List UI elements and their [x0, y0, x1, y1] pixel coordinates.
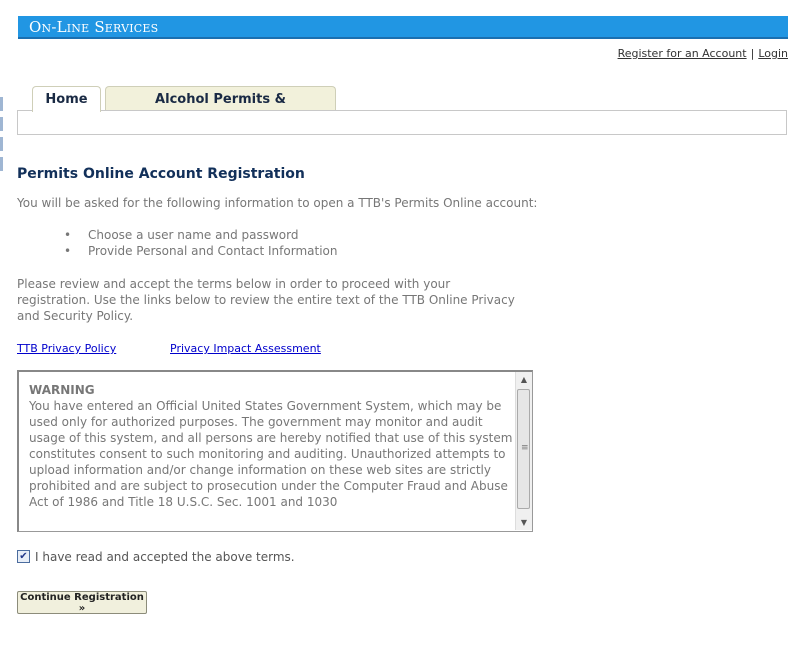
- register-link[interactable]: Register for an Account: [618, 47, 747, 60]
- site-title: On-Line Services: [29, 18, 159, 36]
- terms-textarea[interactable]: WARNING You have entered an Official Uni…: [17, 370, 533, 532]
- list-item: Provide Personal and Contact Information: [64, 243, 337, 259]
- warning-body: You have entered an Official United Stat…: [29, 399, 513, 509]
- scrollbar[interactable]: ▲ ≡ ▼: [515, 372, 532, 530]
- edge-mark: [0, 97, 3, 111]
- edge-mark: [0, 137, 3, 151]
- tab-alcohol-permits[interactable]: Alcohol Permits & Registrations: [105, 86, 336, 132]
- scroll-thumb[interactable]: ≡: [517, 389, 530, 509]
- list-item: Choose a user name and password: [64, 227, 337, 243]
- continue-registration-button[interactable]: Continue Registration »: [17, 591, 147, 614]
- grip-icon: ≡: [521, 443, 529, 453]
- header-banner: On-Line Services: [18, 16, 788, 39]
- requirements-list: Choose a user name and password Provide …: [64, 227, 337, 259]
- edge-mark: [0, 117, 3, 131]
- intro-text: You will be asked for the following info…: [17, 196, 538, 210]
- terms-text: WARNING You have entered an Official Uni…: [29, 382, 516, 510]
- link-separator: |: [750, 47, 755, 60]
- edge-mark: [0, 157, 3, 171]
- warning-title: WARNING: [29, 383, 95, 397]
- privacy-impact-link[interactable]: Privacy Impact Assessment: [170, 342, 321, 355]
- accept-terms-checkbox[interactable]: ✔: [17, 550, 30, 563]
- page-title: Permits Online Account Registration: [17, 166, 305, 182]
- accept-terms-label: I have read and accepted the above terms…: [35, 549, 295, 564]
- privacy-policy-link[interactable]: TTB Privacy Policy: [17, 342, 116, 355]
- check-mark-icon: ✔: [19, 551, 28, 562]
- accept-terms-row: ✔ I have read and accepted the above term…: [17, 549, 295, 564]
- review-instructions: Please review and accept the terms below…: [17, 277, 515, 323]
- account-links: Register for an Account | Login: [618, 47, 788, 60]
- login-link[interactable]: Login: [758, 47, 788, 60]
- tab-panel: [17, 110, 787, 135]
- scroll-up-arrow-icon[interactable]: ▲: [516, 372, 532, 387]
- tab-home[interactable]: Home: [32, 86, 101, 112]
- scroll-down-arrow-icon[interactable]: ▼: [516, 515, 532, 530]
